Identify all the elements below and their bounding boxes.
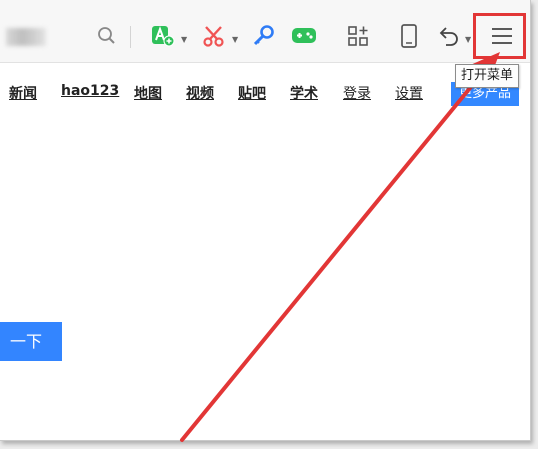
menu-tooltip: 打开菜单 (455, 64, 520, 88)
arrow-shaft (180, 64, 490, 442)
menu-highlight-box (473, 13, 526, 59)
